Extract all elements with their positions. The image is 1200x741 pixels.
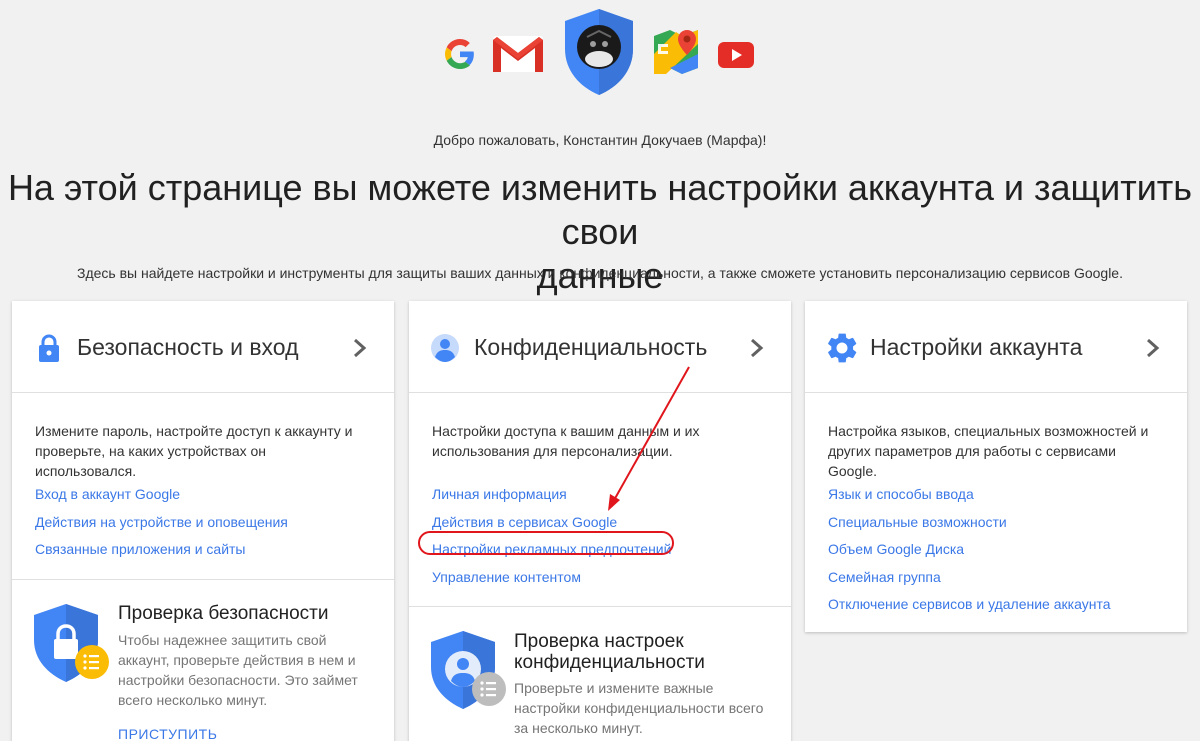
- link-family-group[interactable]: Семейная группа: [828, 564, 1110, 592]
- person-icon: [431, 334, 459, 362]
- page-title-line1: На этой странице вы можете изменить наст…: [7, 167, 1193, 252]
- youtube-logo: [718, 42, 754, 68]
- card-divider: [12, 579, 394, 580]
- card-links: Язык и способы ввода Специальные возможн…: [828, 481, 1110, 619]
- privacy-checkup-title: Проверка настроек конфиденциальности: [514, 631, 705, 673]
- chevron-right-icon[interactable]: [352, 337, 368, 359]
- welcome-text: Добро пожаловать, Константин Докучаев (М…: [433, 132, 767, 148]
- card-divider: [409, 606, 791, 607]
- gmail-logo: [493, 36, 543, 72]
- account-settings-card-header[interactable]: Настройки аккаунта: [805, 301, 1187, 393]
- page-subtitle: Здесь вы найдете настройки и инструменты…: [77, 265, 1123, 281]
- link-personal-info[interactable]: Личная информация: [432, 481, 671, 509]
- card-title: Конфиденциальность: [474, 334, 708, 360]
- card-description: Измените пароль, настройте доступ к акка…: [35, 423, 353, 479]
- chevron-right-icon[interactable]: [749, 337, 765, 359]
- security-card: Безопасность и вход Измените пароль, нас…: [12, 301, 394, 741]
- card-title: Безопасность и вход: [77, 334, 299, 360]
- privacy-checkup-description: Проверьте и измените важные настройки ко…: [514, 680, 764, 736]
- security-checkup-title: Проверка безопасности: [118, 603, 329, 624]
- card-description: Настройка языков, специальных возможност…: [828, 423, 1149, 479]
- start-security-checkup-link[interactable]: ПРИСТУПИТЬ: [118, 726, 217, 741]
- privacy-card: Конфиденциальность Настройки доступа к в…: [409, 301, 791, 741]
- avatar-shield: [565, 9, 633, 95]
- link-content-control[interactable]: Управление контентом: [432, 564, 671, 592]
- link-language-input[interactable]: Язык и способы ввода: [828, 481, 1110, 509]
- privacy-card-header[interactable]: Конфиденциальность: [409, 301, 791, 393]
- link-accessibility[interactable]: Специальные возможности: [828, 509, 1110, 537]
- services-logo-strip: [0, 0, 1200, 110]
- card-links: Вход в аккаунт Google Действия на устрой…: [35, 481, 288, 564]
- google-g-logo: [445, 39, 474, 69]
- gear-icon: [828, 333, 857, 363]
- annotation-highlight-oval: [418, 531, 674, 555]
- lock-icon: [39, 334, 59, 362]
- link-drive-storage[interactable]: Объем Google Диска: [828, 536, 1110, 564]
- privacy-checkup-shield-icon: [431, 631, 506, 709]
- chevron-right-icon[interactable]: [1145, 337, 1161, 359]
- security-card-header[interactable]: Безопасность и вход: [12, 301, 394, 393]
- google-maps-logo: [654, 30, 698, 74]
- link-delete-account[interactable]: Отключение сервисов и удаление аккаунта: [828, 591, 1110, 619]
- security-checkup-description: Чтобы надежнее защитить свой аккаунт, пр…: [118, 632, 358, 708]
- account-settings-card: Настройки аккаунта Настройка языков, спе…: [805, 301, 1187, 632]
- card-description: Настройки доступа к вашим данным и их ис…: [432, 423, 700, 459]
- link-connected-apps[interactable]: Связанные приложения и сайты: [35, 536, 288, 564]
- link-google-sign-in[interactable]: Вход в аккаунт Google: [35, 481, 288, 509]
- privacy-checkup-title-line2: конфиденциальности: [514, 652, 705, 673]
- link-device-activity[interactable]: Действия на устройстве и оповещения: [35, 509, 288, 537]
- security-checkup-shield-icon: [34, 604, 109, 682]
- card-title: Настройки аккаунта: [870, 334, 1083, 360]
- privacy-checkup-title-line1: Проверка настроек: [514, 631, 684, 652]
